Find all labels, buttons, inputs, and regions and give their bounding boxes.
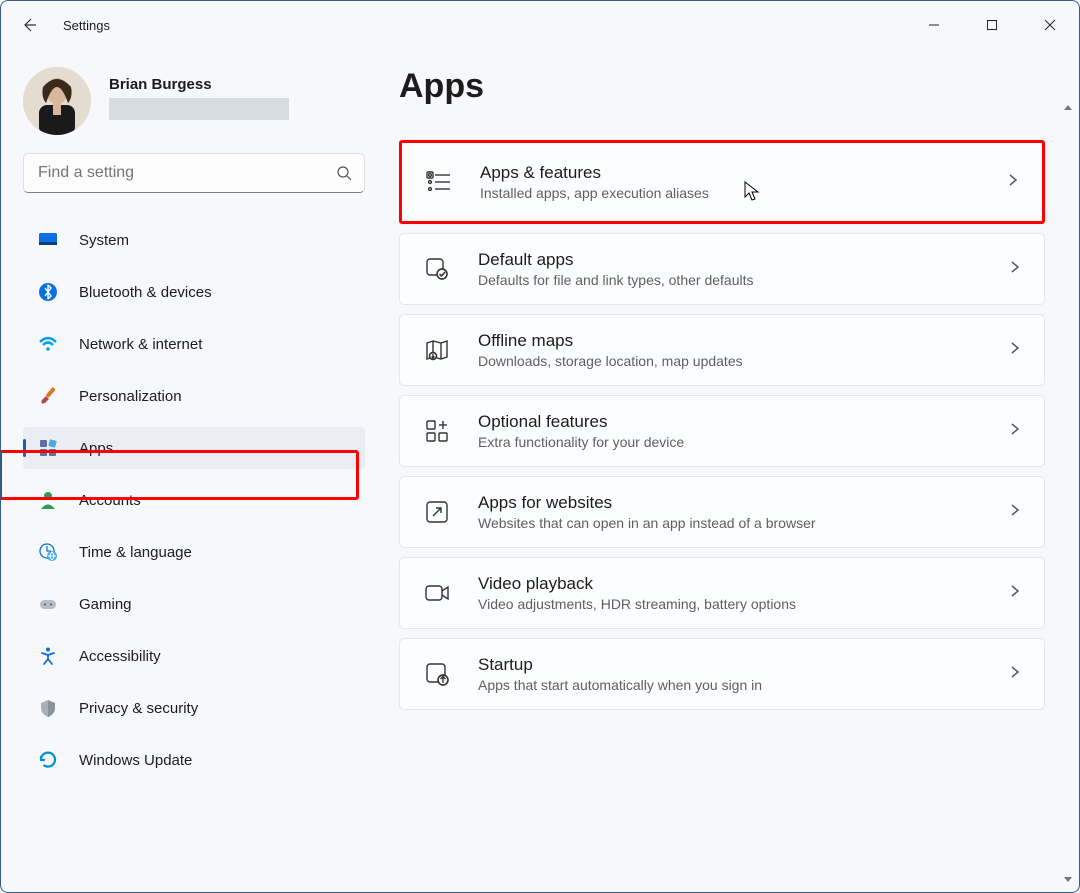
scrollbar-up-arrow[interactable]: [1061, 101, 1075, 115]
chevron-right-icon: [1008, 503, 1022, 522]
map-icon: [422, 335, 452, 365]
paintbrush-icon: [37, 385, 59, 407]
window-title: Settings: [63, 18, 110, 33]
card-title: Video playback: [478, 574, 1008, 594]
back-button[interactable]: [9, 5, 49, 45]
profile-name: Brian Burgess: [109, 76, 289, 94]
sidebar: Brian Burgess System Bluetooth & devices: [1, 49, 381, 892]
card-title: Apps for websites: [478, 493, 1008, 513]
close-icon: [1044, 19, 1056, 31]
grid-add-icon: [422, 416, 452, 446]
card-apps-features[interactable]: Apps & features Installed apps, app exec…: [399, 140, 1045, 224]
bluetooth-icon: [37, 281, 59, 303]
close-button[interactable]: [1021, 5, 1079, 45]
nav-label: System: [79, 232, 129, 249]
minimize-icon: [928, 19, 940, 31]
chevron-right-icon: [1006, 173, 1020, 192]
nav-label: Privacy & security: [79, 700, 198, 717]
card-title: Startup: [478, 655, 1008, 675]
card-subtitle: Video adjustments, HDR streaming, batter…: [478, 596, 1008, 612]
open-link-icon: [422, 497, 452, 527]
card-offline-maps[interactable]: Offline maps Downloads, storage location…: [399, 314, 1045, 386]
nav-item-personalization[interactable]: Personalization: [23, 375, 365, 417]
card-subtitle: Apps that start automatically when you s…: [478, 677, 1008, 693]
search-icon: [336, 165, 352, 181]
card-title: Apps & features: [480, 163, 1006, 183]
card-title: Default apps: [478, 250, 1008, 270]
startup-icon: [422, 659, 452, 689]
nav-item-bluetooth[interactable]: Bluetooth & devices: [23, 271, 365, 313]
nav-label: Time & language: [79, 544, 192, 561]
profile-email-redacted: [109, 98, 289, 120]
nav-item-network[interactable]: Network & internet: [23, 323, 365, 365]
search-input[interactable]: [36, 163, 336, 183]
nav-label: Accounts: [79, 492, 141, 509]
globe-clock-icon: [37, 541, 59, 563]
scrollbar-down-arrow[interactable]: [1061, 872, 1075, 886]
card-subtitle: Websites that can open in an app instead…: [478, 515, 1008, 531]
nav-label: Personalization: [79, 388, 182, 405]
update-icon: [37, 749, 59, 771]
chevron-right-icon: [1008, 584, 1022, 603]
main-content: Apps Apps & features Installed apps, app…: [381, 49, 1079, 892]
page-title: Apps: [399, 67, 1045, 106]
default-apps-icon: [422, 254, 452, 284]
nav-label: Accessibility: [79, 648, 161, 665]
shield-icon: [37, 697, 59, 719]
chevron-right-icon: [1008, 665, 1022, 684]
search-box[interactable]: [23, 153, 365, 193]
nav-label: Windows Update: [79, 752, 192, 769]
card-apps-for-websites[interactable]: Apps for websites Websites that can open…: [399, 476, 1045, 548]
card-title: Offline maps: [478, 331, 1008, 351]
chevron-right-icon: [1008, 422, 1022, 441]
accessibility-icon: [37, 645, 59, 667]
nav-item-time-language[interactable]: Time & language: [23, 531, 365, 573]
titlebar: Settings: [1, 1, 1079, 49]
card-subtitle: Installed apps, app execution aliases: [480, 185, 1006, 201]
nav-item-accessibility[interactable]: Accessibility: [23, 635, 365, 677]
nav-label: Network & internet: [79, 336, 202, 353]
nav-item-windows-update[interactable]: Windows Update: [23, 739, 365, 781]
nav-item-privacy[interactable]: Privacy & security: [23, 687, 365, 729]
controller-icon: [37, 593, 59, 615]
nav-item-accounts[interactable]: Accounts: [23, 479, 365, 521]
person-icon: [37, 489, 59, 511]
system-icon: [37, 229, 59, 251]
maximize-button[interactable]: [963, 5, 1021, 45]
video-icon: [422, 578, 452, 608]
nav-item-system[interactable]: System: [23, 219, 365, 261]
minimize-button[interactable]: [905, 5, 963, 45]
nav-label: Gaming: [79, 596, 132, 613]
card-startup[interactable]: Startup Apps that start automatically wh…: [399, 638, 1045, 710]
avatar: [23, 67, 91, 135]
card-subtitle: Defaults for file and link types, other …: [478, 272, 1008, 288]
card-optional-features[interactable]: Optional features Extra functionality fo…: [399, 395, 1045, 467]
chevron-right-icon: [1008, 341, 1022, 360]
wifi-icon: [37, 333, 59, 355]
card-default-apps[interactable]: Default apps Defaults for file and link …: [399, 233, 1045, 305]
nav-label: Apps: [79, 440, 113, 457]
card-subtitle: Extra functionality for your device: [478, 434, 1008, 450]
nav-label: Bluetooth & devices: [79, 284, 212, 301]
profile-block[interactable]: Brian Burgess: [23, 67, 365, 135]
chevron-right-icon: [1008, 260, 1022, 279]
card-video-playback[interactable]: Video playback Video adjustments, HDR st…: [399, 557, 1045, 629]
back-arrow-icon: [21, 17, 37, 33]
card-title: Optional features: [478, 412, 1008, 432]
nav-item-apps[interactable]: Apps: [23, 427, 365, 469]
card-subtitle: Downloads, storage location, map updates: [478, 353, 1008, 369]
nav-item-gaming[interactable]: Gaming: [23, 583, 365, 625]
list-bullets-icon: [424, 167, 454, 197]
apps-icon: [37, 437, 59, 459]
nav-list: System Bluetooth & devices Network & int…: [23, 219, 365, 781]
maximize-icon: [986, 19, 998, 31]
